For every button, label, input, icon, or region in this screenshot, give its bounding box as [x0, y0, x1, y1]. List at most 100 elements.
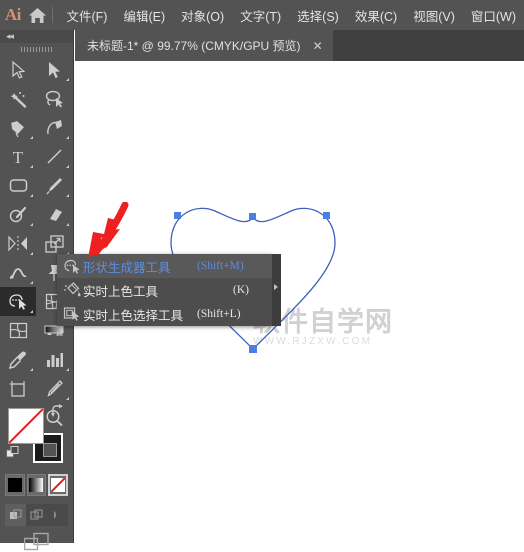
tool-curvature[interactable] — [36, 113, 72, 142]
tool-group-corner-icon — [66, 397, 69, 400]
tool-eraser[interactable] — [36, 200, 72, 229]
tool-column-graph[interactable] — [36, 345, 72, 374]
flyout-shortcut-live-paint-bucket: (K) — [233, 284, 249, 296]
tool-group-corner-icon — [66, 165, 69, 168]
eyedropper-icon — [9, 351, 27, 369]
none-mode-button[interactable] — [48, 474, 68, 496]
flyout-item-live-paint-bucket[interactable]: 实时上色工具 (K) — [57, 278, 272, 302]
document-tab-bar: 未标题-1* @ 99.77% (CMYK/GPU 预览) ✕ — [75, 30, 524, 61]
default-fill-stroke-icon[interactable] — [6, 446, 20, 465]
tool-group-corner-icon — [66, 194, 69, 197]
panel-drag-handle[interactable] — [0, 43, 73, 55]
bar-chart-icon — [45, 352, 64, 368]
flyout-label-live-paint-bucket: 实时上色工具 — [83, 281, 158, 300]
menu-item-window[interactable]: 窗口(W) — [463, 3, 524, 28]
tool-group-corner-icon — [30, 136, 33, 139]
tool-group-corner-icon — [30, 368, 33, 371]
menu-item-list: 文件(F) 编辑(E) 对象(O) 文字(T) 选择(S) 效果(C) 视图(V… — [59, 3, 524, 28]
svg-text:T: T — [13, 148, 24, 165]
arrow-white-icon — [12, 61, 25, 79]
tool-group-corner-icon — [30, 194, 33, 197]
tool-line-segment[interactable] — [36, 142, 72, 171]
swap-fill-stroke-icon[interactable] — [50, 404, 64, 423]
illustrator-window: Ai 文件(F) 编辑(E) 对象(O) 文字(T) 选择(S) 效果(C) 视… — [0, 0, 524, 543]
ai-logo-icon: Ai — [0, 0, 26, 30]
menu-item-object[interactable]: 对象(O) — [173, 3, 232, 28]
live-paint-bucket-icon — [61, 278, 83, 302]
lasso-icon — [45, 90, 64, 108]
draw-normal-button[interactable] — [5, 504, 26, 526]
magic-wand-icon — [9, 90, 27, 108]
tool-slice[interactable] — [36, 374, 72, 403]
color-mode-button[interactable] — [5, 474, 25, 496]
close-icon[interactable]: ✕ — [313, 40, 323, 52]
chevron-left-double-icon: ◂◂ — [6, 32, 13, 41]
solid-color-icon — [8, 478, 22, 492]
fill-swatch[interactable] — [8, 408, 44, 444]
change-screen-mode-button[interactable] — [0, 532, 73, 552]
flyout-label-shape-builder: 形状生成器工具 — [83, 257, 171, 276]
fill-stroke-swatches — [0, 402, 73, 470]
tool-shaper[interactable] — [0, 200, 36, 229]
menu-item-effect[interactable]: 效果(C) — [347, 3, 405, 28]
artboard-icon — [9, 380, 27, 398]
tool-group-corner-icon — [30, 252, 33, 255]
menu-item-select[interactable]: 选择(S) — [289, 3, 347, 28]
menu-item-edit[interactable]: 编辑(E) — [115, 3, 173, 28]
pen-icon — [9, 119, 27, 137]
tool-rectangle[interactable] — [0, 171, 36, 200]
tool-group-corner-icon — [30, 281, 33, 284]
tool-rotate-reflect[interactable] — [0, 229, 36, 258]
slice-knife-icon — [45, 380, 63, 398]
draw-behind-icon — [30, 509, 44, 521]
tool-artboard[interactable] — [0, 374, 36, 403]
collapse-panel-button[interactable]: ◂◂ — [0, 30, 73, 43]
tool-flyout-menu: 形状生成器工具 (Shift+M) 实时上色工具 (K) — [57, 254, 272, 326]
menu-item-file[interactable]: 文件(F) — [59, 3, 116, 28]
flyout-item-shape-builder[interactable]: 形状生成器工具 (Shift+M) — [57, 254, 272, 278]
gradient-mode-button[interactable] — [27, 474, 47, 496]
tool-direct-selection[interactable] — [36, 55, 72, 84]
color-mode-row — [5, 474, 68, 498]
menu-item-type[interactable]: 文字(T) — [232, 3, 289, 28]
draw-inside-button[interactable] — [47, 504, 68, 526]
flyout-shortcut-shape-builder: (Shift+M) — [197, 260, 244, 272]
tool-pen[interactable] — [0, 113, 36, 142]
tool-grid: T — [0, 55, 73, 432]
paintbrush-icon — [45, 177, 63, 195]
menu-divider — [52, 7, 53, 23]
draw-inside-icon — [51, 509, 65, 521]
tool-eyedropper[interactable] — [0, 345, 36, 374]
none-icon — [51, 478, 65, 492]
tool-group-corner-icon — [66, 223, 69, 226]
tool-width[interactable] — [0, 258, 36, 287]
rounded-rect-icon — [9, 178, 28, 193]
document-tab-title: 未标题-1* @ 99.77% (CMYK/GPU 预览) — [87, 37, 301, 54]
tool-mesh[interactable] — [0, 316, 36, 345]
scale-icon — [45, 235, 64, 253]
flyout-shortcut-live-paint-selection: (Shift+L) — [197, 308, 241, 320]
home-icon[interactable] — [26, 0, 50, 30]
screen-mode-icon — [24, 532, 50, 552]
tool-group-corner-icon — [66, 78, 69, 81]
live-paint-selection-icon — [61, 302, 83, 326]
tool-shape-builder[interactable] — [0, 287, 36, 316]
tool-paintbrush[interactable] — [36, 171, 72, 200]
menu-item-view[interactable]: 视图(V) — [405, 3, 463, 28]
curvature-icon — [45, 119, 64, 137]
drawing-mode-row — [5, 504, 68, 526]
tool-type[interactable]: T — [0, 142, 36, 171]
none-diagonal-icon — [9, 409, 43, 443]
tool-lasso[interactable] — [36, 84, 72, 113]
arrow-black-icon — [48, 61, 61, 79]
tool-selection[interactable] — [0, 55, 36, 84]
shape-builder-icon — [61, 254, 83, 278]
flyout-item-live-paint-selection[interactable]: 实时上色选择工具 (Shift+L) — [57, 302, 272, 326]
line-icon — [46, 148, 63, 165]
width-icon — [8, 264, 28, 282]
draw-behind-button[interactable] — [26, 504, 47, 526]
flyout-tearoff-strip[interactable] — [272, 254, 281, 326]
document-tab[interactable]: 未标题-1* @ 99.77% (CMYK/GPU 预览) ✕ — [75, 30, 333, 61]
tool-magic-wand[interactable] — [0, 84, 36, 113]
chevron-right-icon — [274, 284, 278, 290]
